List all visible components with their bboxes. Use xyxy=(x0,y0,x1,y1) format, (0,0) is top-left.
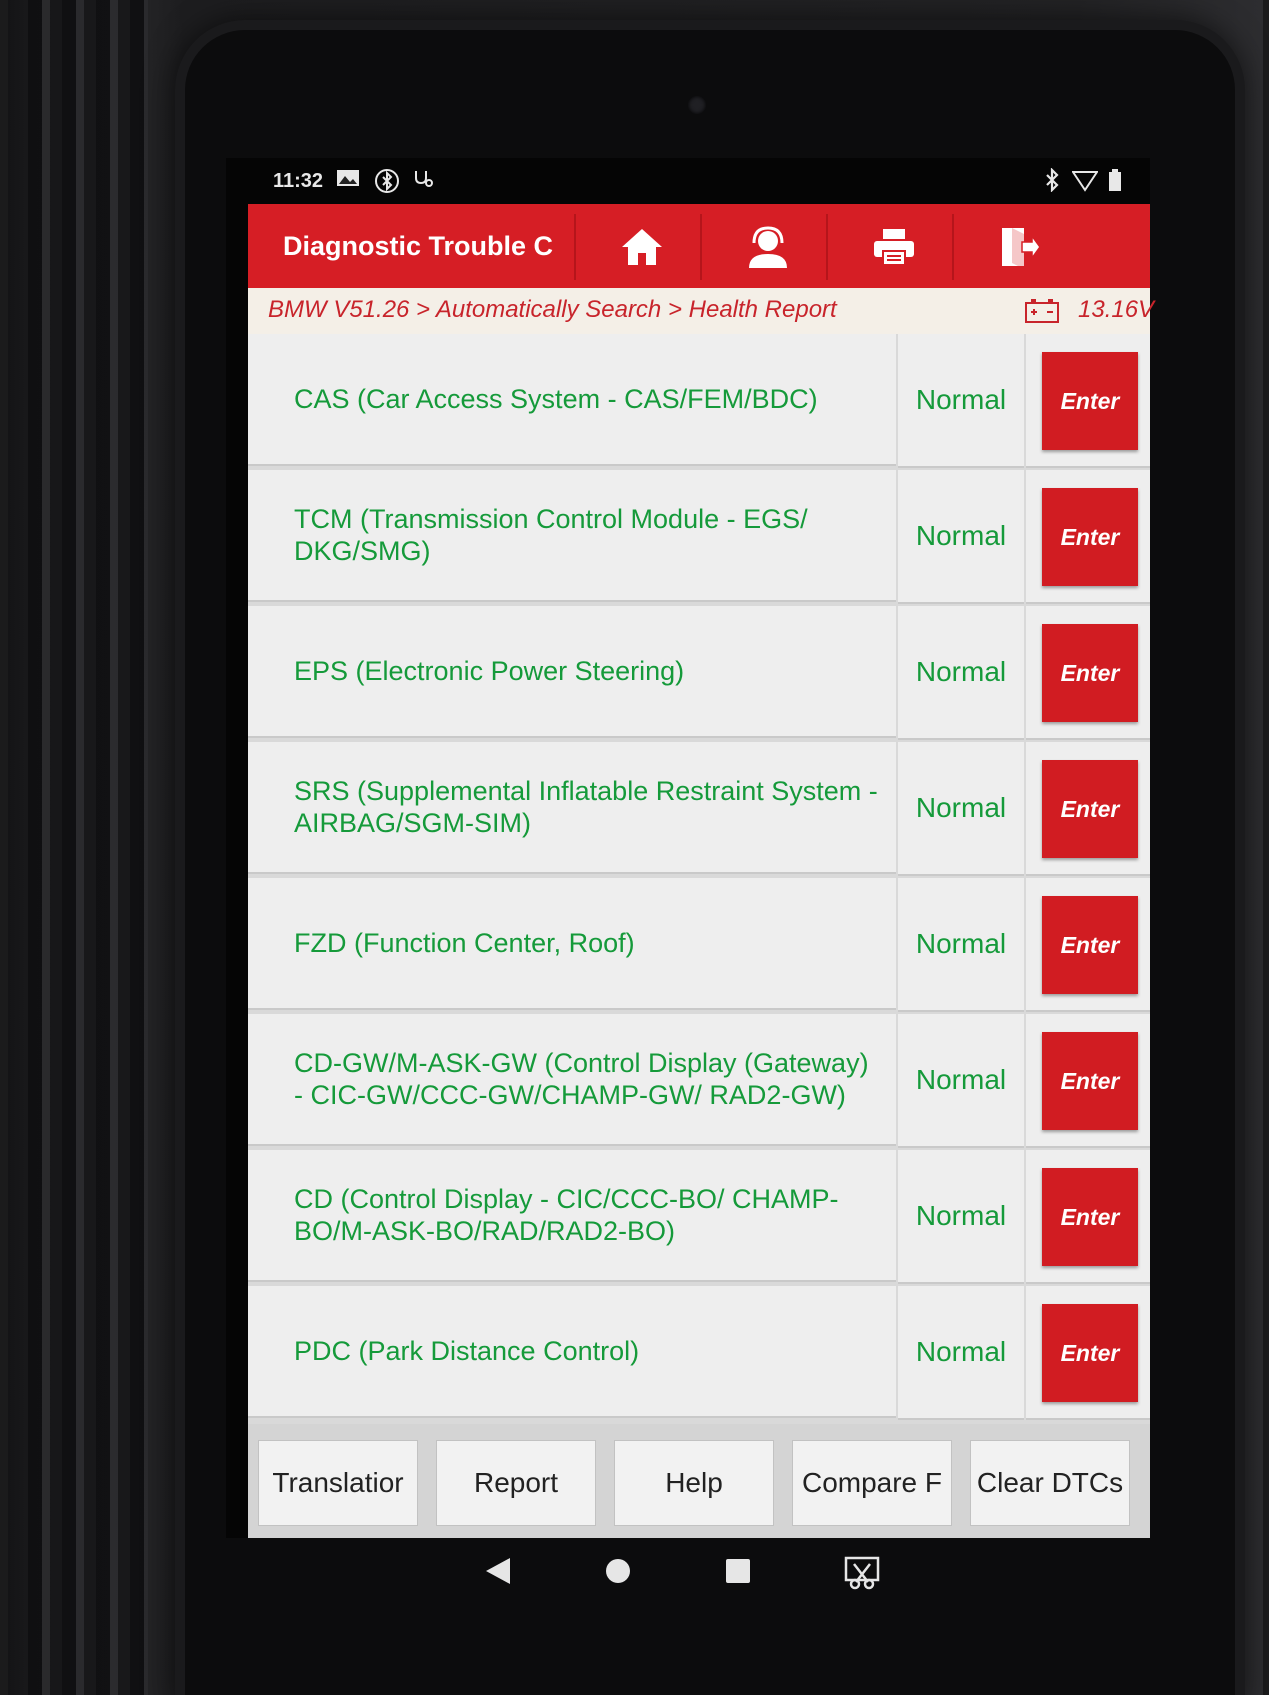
clear-dtcs-button[interactable]: Clear DTCs xyxy=(970,1440,1130,1526)
module-name: TCM (Transmission Control Module - EGS/ … xyxy=(248,470,896,602)
module-status: Normal xyxy=(898,470,1024,604)
report-button[interactable]: Report xyxy=(436,1440,596,1526)
printer-icon xyxy=(874,229,914,266)
module-status: Normal xyxy=(898,606,1024,740)
bluetooth-icon xyxy=(1044,167,1060,198)
module-status: Normal xyxy=(898,1014,1024,1148)
table-row: CAS (Car Access System - CAS/FEM/BDC) No… xyxy=(248,334,1150,468)
back-button[interactable] xyxy=(484,1556,512,1591)
breadcrumb-bar: BMW V51.26 > Automatically Search > Heal… xyxy=(248,288,1154,334)
support-button[interactable] xyxy=(700,214,834,280)
recents-button[interactable] xyxy=(724,1556,752,1591)
footer-toolbar: Translatior Report Help Compare F Clear … xyxy=(248,1424,1150,1538)
gallery-icon xyxy=(336,168,360,194)
screenshot-button[interactable] xyxy=(844,1556,880,1595)
module-name: CD (Control Display - CIC/CCC-BO/ CHAMP-… xyxy=(248,1150,896,1282)
app-header: Diagnostic Trouble C xyxy=(248,204,1150,288)
enter-button[interactable]: Enter xyxy=(1042,896,1138,994)
module-name: CD-GW/M-ASK-GW (Control Display (Gateway… xyxy=(248,1014,896,1146)
system-nav-bar xyxy=(226,1538,1150,1618)
bluetooth-diagnostic-icon xyxy=(374,168,400,200)
voltage-readout: 13.16V xyxy=(1078,296,1155,323)
module-name: FZD (Function Center, Roof) xyxy=(248,878,896,1010)
stethoscope-icon xyxy=(412,168,434,196)
recents-icon xyxy=(726,1559,750,1583)
module-name: EPS (Electronic Power Steering) xyxy=(248,606,896,738)
enter-button[interactable]: Enter xyxy=(1042,488,1138,586)
car-battery-icon xyxy=(1024,298,1060,329)
enter-button[interactable]: Enter xyxy=(1042,624,1138,722)
support-agent-icon xyxy=(749,226,787,268)
table-row: CD (Control Display - CIC/CCC-BO/ CHAMP-… xyxy=(248,1150,1150,1284)
action-cell: Enter xyxy=(1026,1286,1150,1420)
help-button[interactable]: Help xyxy=(614,1440,774,1526)
screenshot-icon xyxy=(844,1556,880,1590)
exit-button[interactable] xyxy=(952,214,1086,280)
enter-button[interactable]: Enter xyxy=(1042,352,1138,450)
module-name: PDC (Park Distance Control) xyxy=(248,1286,896,1418)
module-name: SRS (Supplemental Inflatable Restraint S… xyxy=(248,742,896,874)
enter-button[interactable]: Enter xyxy=(1042,1304,1138,1402)
breadcrumb[interactable]: BMW V51.26 > Automatically Search > Heal… xyxy=(268,296,837,324)
home-icon xyxy=(622,229,662,265)
compare-button[interactable]: Compare F xyxy=(792,1440,952,1526)
module-status: Normal xyxy=(898,878,1024,1012)
action-cell: Enter xyxy=(1026,470,1150,604)
action-cell: Enter xyxy=(1026,1014,1150,1148)
home-nav-button[interactable] xyxy=(604,1556,632,1591)
action-cell: Enter xyxy=(1026,1150,1150,1284)
module-name: CAS (Car Access System - CAS/FEM/BDC) xyxy=(248,334,896,466)
enter-button[interactable]: Enter xyxy=(1042,760,1138,858)
enter-button[interactable]: Enter xyxy=(1042,1032,1138,1130)
enter-button[interactable]: Enter xyxy=(1042,1168,1138,1266)
table-row: TCM (Transmission Control Module - EGS/ … xyxy=(248,470,1150,604)
module-status: Normal xyxy=(898,742,1024,876)
action-cell: Enter xyxy=(1026,606,1150,740)
front-camera xyxy=(688,96,706,114)
print-button[interactable] xyxy=(826,214,960,280)
case-ridges xyxy=(28,0,148,1695)
action-cell: Enter xyxy=(1026,334,1150,468)
battery-icon xyxy=(1108,168,1122,198)
module-status: Normal xyxy=(898,334,1024,468)
status-time: 11:32 xyxy=(273,170,324,192)
action-cell: Enter xyxy=(1026,878,1150,1012)
module-status: Normal xyxy=(898,1286,1024,1420)
home-circle-icon xyxy=(606,1559,630,1583)
home-button[interactable] xyxy=(574,214,708,280)
translation-button[interactable]: Translatior xyxy=(258,1440,418,1526)
module-table: CAS (Car Access System - CAS/FEM/BDC) No… xyxy=(248,334,1150,1424)
table-row: CD-GW/M-ASK-GW (Control Display (Gateway… xyxy=(248,1014,1150,1148)
table-row: SRS (Supplemental Inflatable Restraint S… xyxy=(248,742,1150,876)
table-row: PDC (Park Distance Control) Normal Enter xyxy=(248,1286,1150,1420)
status-bar: 11:32 xyxy=(226,158,1150,204)
table-row: FZD (Function Center, Roof) Normal Enter xyxy=(248,878,1150,1012)
back-icon xyxy=(486,1558,510,1584)
module-status: Normal xyxy=(898,1150,1024,1284)
app-screen: 11:32 Diagnostic Trouble C BMW V51.26 > … xyxy=(226,158,1154,1538)
wifi-icon xyxy=(1071,168,1099,198)
table-row: EPS (Electronic Power Steering) Normal E… xyxy=(248,606,1150,740)
action-cell: Enter xyxy=(1026,742,1150,876)
exit-icon xyxy=(1002,228,1041,269)
page-title: Diagnostic Trouble C xyxy=(282,231,554,261)
